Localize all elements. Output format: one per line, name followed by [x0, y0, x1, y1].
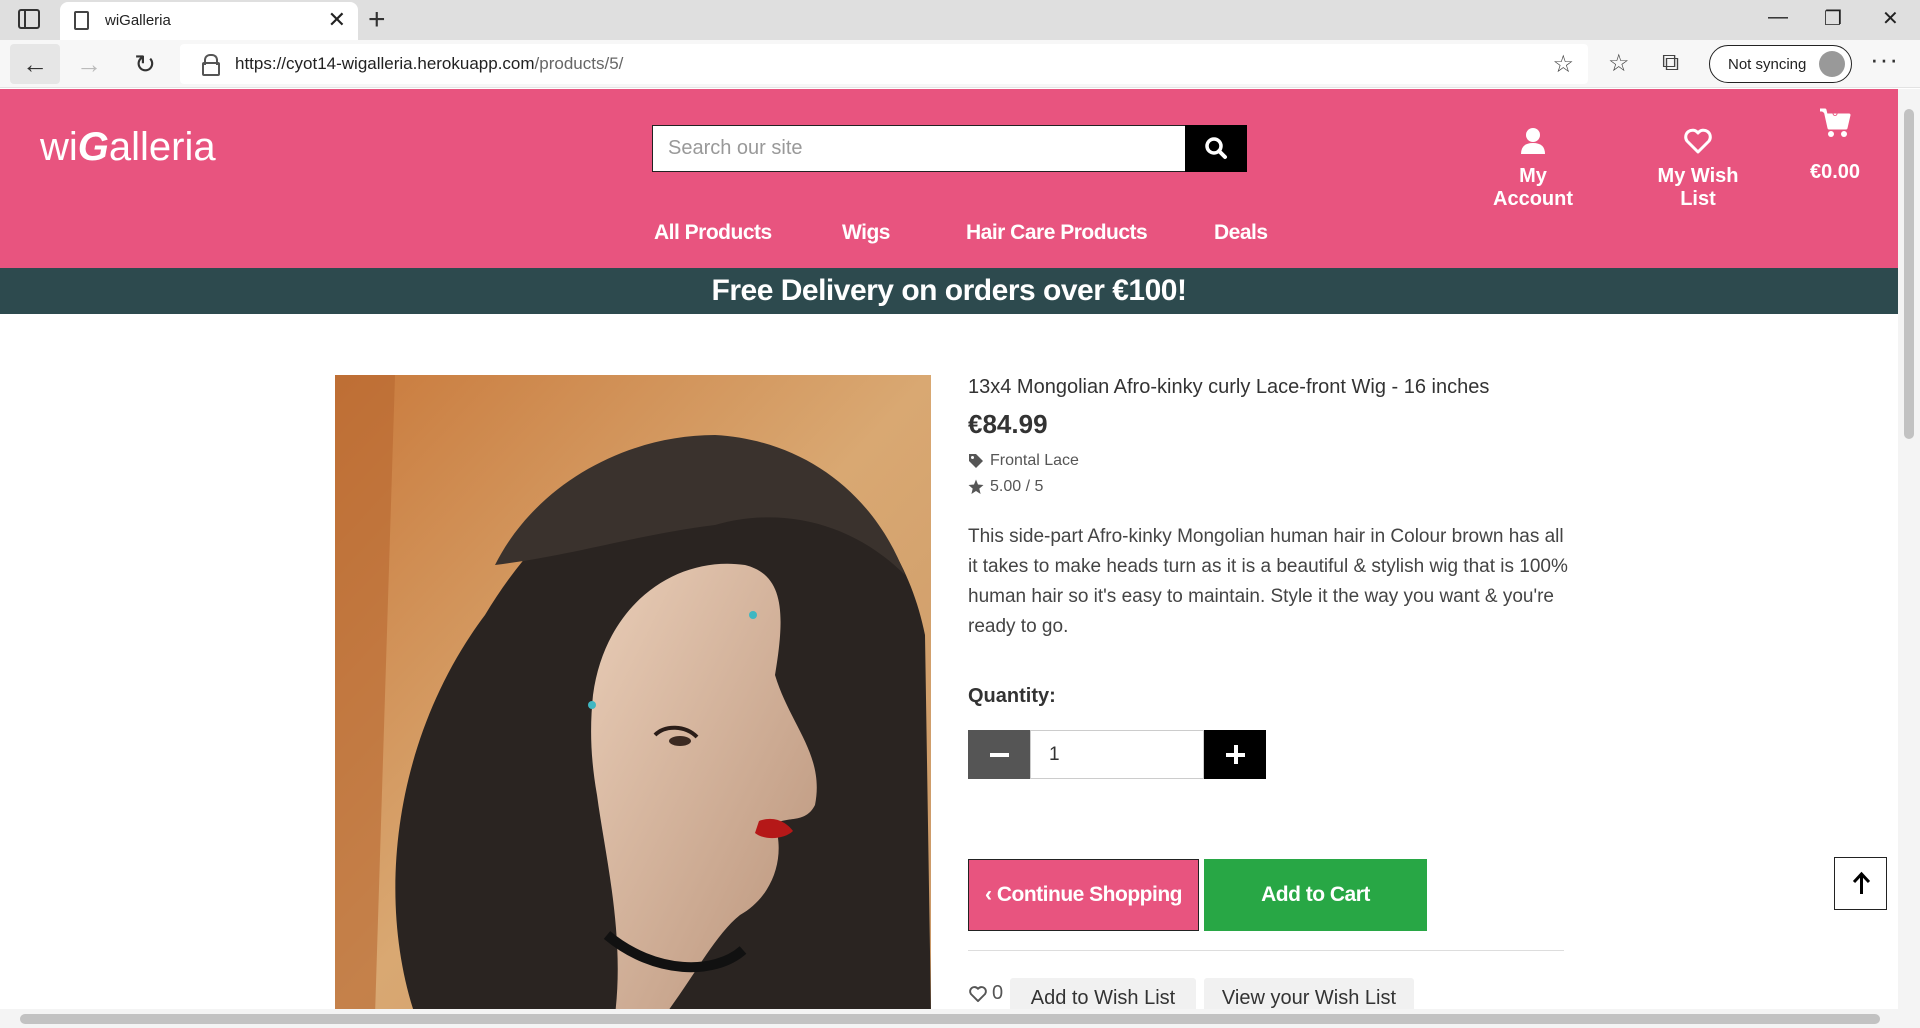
scrollbar-thumb[interactable] [1904, 109, 1914, 439]
add-to-cart-button[interactable]: Add to Cart [1204, 859, 1427, 931]
heart-icon [969, 985, 987, 1002]
nav-wigs[interactable]: Wigs [842, 221, 890, 245]
nav-deals[interactable]: Deals [1214, 221, 1268, 245]
product-category[interactable]: Frontal Lace [968, 452, 1568, 470]
horizontal-scrollbar[interactable] [0, 1009, 1920, 1028]
product-rating: 5.00 / 5 [968, 478, 1568, 496]
quantity-stepper: 1 [968, 730, 1266, 779]
divider [968, 950, 1564, 951]
product-image [335, 375, 931, 1009]
address-toolbar: ← → ↻ https://cyot14-wigalleria.herokuap… [0, 40, 1920, 88]
search-input[interactable] [652, 125, 1186, 172]
cart-count-badge: 0 [1831, 107, 1839, 119]
add-to-wish-list-button[interactable]: Add to Wish List [1010, 978, 1196, 1009]
address-bar[interactable]: https://cyot14-wigalleria.herokuapp.com/… [180, 44, 1588, 84]
avatar [1819, 51, 1845, 77]
close-tab-icon[interactable]: ✕ [328, 8, 346, 32]
star-icon [968, 479, 984, 494]
delivery-banner: Free Delivery on orders over €100! [0, 268, 1898, 314]
site-logo[interactable]: wiGalleria [40, 125, 216, 170]
url-text[interactable]: https://cyot14-wigalleria.herokuapp.com/… [235, 54, 623, 74]
quantity-label: Quantity: [968, 685, 1056, 707]
minimize-icon[interactable]: — [1768, 6, 1788, 29]
profile-sync-button[interactable]: Not syncing [1709, 45, 1852, 83]
main-nav: All Products Wigs Hair Care Products Dea… [0, 221, 1898, 251]
continue-shopping-button[interactable]: ‹ Continue Shopping [968, 859, 1199, 931]
arrow-up-icon [1852, 871, 1871, 894]
back-to-top-button[interactable] [1834, 857, 1887, 910]
product-name: 13x4 Mongolian Afro-kinky curly Lace-fro… [968, 376, 1490, 398]
heart-icon [1684, 128, 1712, 154]
browser-tab[interactable]: wiGalleria ✕ [60, 2, 358, 40]
tab-actions-icon[interactable] [18, 9, 40, 29]
site-header: wiGalleria My Account My Wish List [0, 89, 1898, 268]
product-details: 13x4 Mongolian Afro-kinky curly Lace-fro… [968, 376, 1568, 642]
my-account-link[interactable]: My Account [1478, 127, 1588, 211]
view-wish-list-button[interactable]: View your Wish List [1204, 978, 1414, 1009]
back-button[interactable]: ← [10, 44, 60, 84]
favorites-icon[interactable]: ☆ [1608, 49, 1630, 78]
close-window-icon[interactable]: ✕ [1882, 6, 1899, 31]
reload-button[interactable]: ↻ [120, 44, 170, 84]
tag-icon [969, 454, 983, 468]
search-form [652, 125, 1247, 172]
browser-tab-strip: wiGalleria ✕ + — ❐ ✕ [0, 0, 1920, 40]
search-icon [1205, 137, 1227, 159]
scrollbar-thumb[interactable] [20, 1014, 1880, 1024]
web-page: wiGalleria My Account My Wish List [0, 89, 1898, 1009]
my-wish-list-link[interactable]: My Wish List [1638, 127, 1758, 211]
forward-button[interactable]: → [64, 44, 114, 84]
nav-hair-care-products[interactable]: Hair Care Products [966, 221, 1148, 245]
collections-icon[interactable]: ⧉ [1662, 49, 1679, 77]
quantity-input[interactable]: 1 [1030, 730, 1204, 779]
favorite-add-icon[interactable]: ☆ [1552, 50, 1574, 79]
decrement-button[interactable] [968, 730, 1030, 779]
increment-button[interactable] [1204, 730, 1266, 779]
new-tab-icon[interactable]: + [368, 4, 386, 36]
page-icon [74, 11, 89, 30]
wish-count: 0 [968, 982, 1003, 1005]
product-price: €84.99 [968, 409, 1048, 439]
search-button[interactable] [1185, 125, 1247, 172]
lock-icon[interactable] [202, 54, 220, 76]
more-menu-icon[interactable]: ··· [1870, 44, 1899, 75]
nav-all-products[interactable]: All Products [654, 221, 772, 245]
restore-icon[interactable]: ❐ [1824, 6, 1842, 31]
user-icon [1521, 128, 1545, 154]
product-description: This side-part Afro-kinky Mongolian huma… [968, 526, 1568, 637]
tab-title: wiGalleria [105, 12, 171, 29]
vertical-scrollbar[interactable] [1898, 89, 1920, 1009]
chevron-left-icon: ‹ [985, 883, 997, 906]
